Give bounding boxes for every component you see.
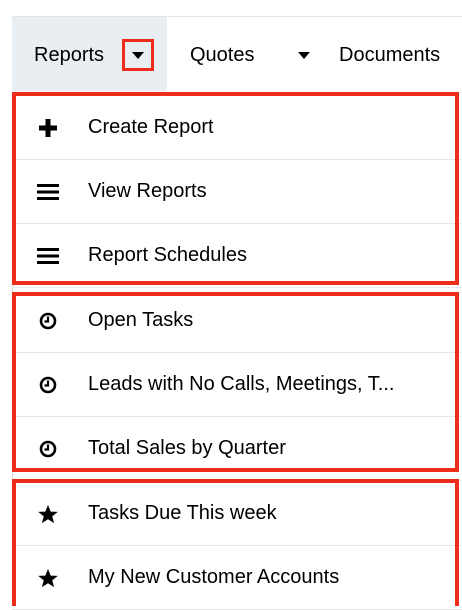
star-icon	[36, 502, 60, 526]
reports-dropdown-toggle[interactable]	[122, 39, 154, 71]
clock-icon	[36, 373, 60, 397]
chevron-down-icon[interactable]	[298, 52, 310, 59]
menu-item-leads-no-calls[interactable]: Leads with No Calls, Meetings, T...	[12, 353, 462, 417]
chevron-down-icon	[132, 51, 144, 59]
list-icon	[36, 180, 60, 204]
menu-item-create-report[interactable]: Create Report	[12, 96, 462, 160]
menu-item-report-schedules[interactable]: Report Schedules	[12, 224, 462, 288]
menu-item-label: Leads with No Calls, Meetings, T...	[88, 373, 395, 395]
clock-icon	[36, 309, 60, 333]
tab-reports[interactable]: Reports	[12, 17, 167, 91]
module-nav: Reports Quotes Documents	[12, 17, 462, 91]
reports-dropdown-menu: Create Report View Reports Report Schedu…	[12, 92, 462, 610]
menu-item-tasks-due[interactable]: Tasks Due This week	[12, 482, 462, 546]
clock-icon	[36, 437, 60, 461]
menu-item-view-reports[interactable]: View Reports	[12, 160, 462, 224]
tab-quotes-label[interactable]: Quotes	[190, 43, 254, 67]
menu-item-total-sales[interactable]: Total Sales by Quarter	[12, 417, 462, 481]
menu-item-label: Total Sales by Quarter	[88, 437, 286, 459]
menu-item-label: My New Customer Accounts	[88, 566, 340, 588]
tab-reports-label[interactable]: Reports	[34, 43, 104, 67]
list-icon	[36, 244, 60, 268]
star-icon	[36, 566, 60, 590]
menu-item-label: Open Tasks	[88, 309, 194, 331]
menu-item-label: Report Schedules	[88, 244, 247, 266]
tab-documents-label[interactable]: Documents	[339, 43, 440, 67]
plus-icon	[36, 116, 60, 140]
menu-item-new-customer-accounts[interactable]: My New Customer Accounts	[12, 546, 462, 610]
menu-item-label: View Reports	[88, 180, 207, 202]
menu-item-label: Tasks Due This week	[88, 502, 277, 524]
menu-item-open-tasks[interactable]: Open Tasks	[12, 289, 462, 353]
menu-item-label: Create Report	[88, 116, 214, 138]
